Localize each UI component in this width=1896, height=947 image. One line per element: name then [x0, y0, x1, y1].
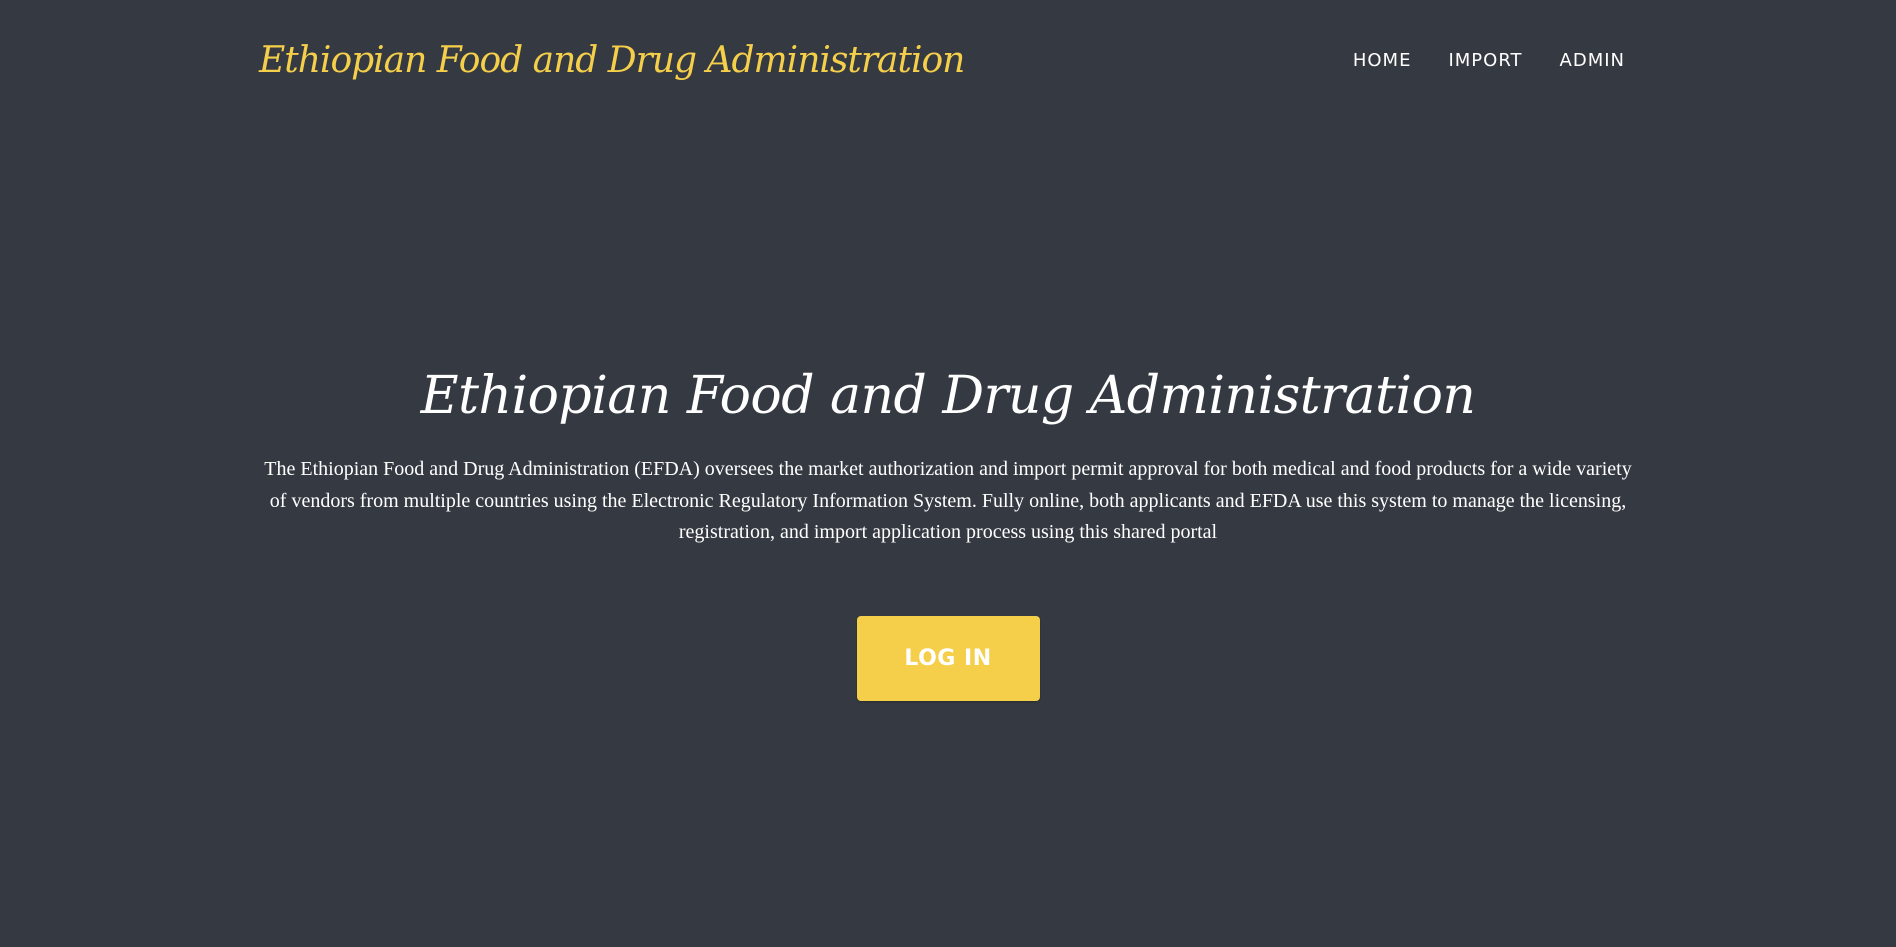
nav-admin-link[interactable]: ADMIN [1560, 46, 1625, 76]
navbar: Ethiopian Food and Drug Administration H… [0, 0, 1896, 124]
login-button[interactable]: LOG IN [856, 615, 1040, 701]
hero-description: The Ethiopian Food and Drug Administrati… [264, 458, 1632, 543]
brand-logo-link[interactable]: Ethiopian Food and Drug Administration [259, 34, 965, 88]
hero-section: Ethiopian Food and Drug Administration T… [0, 360, 1896, 701]
hero-title: Ethiopian Food and Drug Administration [420, 366, 1476, 426]
nav-import-link[interactable]: IMPORT [1448, 46, 1522, 76]
nav-links: HOME IMPORT ADMIN [1353, 46, 1625, 76]
nav-home-link[interactable]: HOME [1353, 46, 1412, 76]
